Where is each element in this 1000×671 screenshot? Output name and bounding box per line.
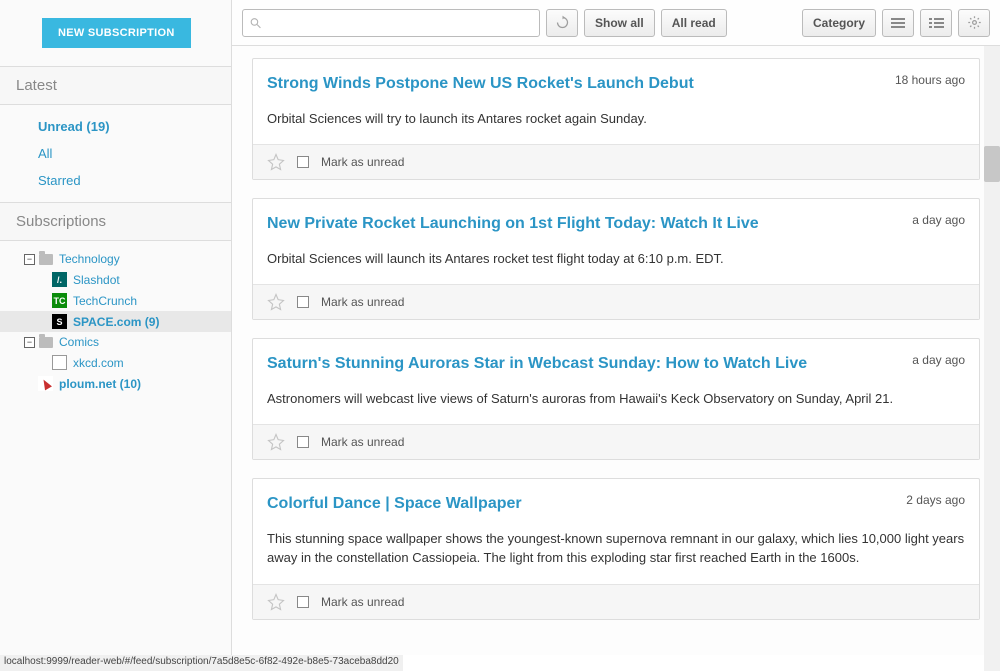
mark-unread-checkbox[interactable] xyxy=(297,596,309,608)
article: Saturn's Stunning Auroras Star in Webcas… xyxy=(252,338,980,460)
view-expanded-button[interactable] xyxy=(882,9,914,37)
star-icon[interactable] xyxy=(267,433,285,451)
new-subscription-button[interactable]: NEW SUBSCRIPTION xyxy=(42,18,191,48)
feed-label[interactable]: ploum.net (10) xyxy=(59,377,141,391)
xkcd-icon: xk xyxy=(52,355,67,370)
folder-icon xyxy=(39,337,53,348)
sidebar-all[interactable]: All xyxy=(0,140,231,167)
article-time: a day ago xyxy=(912,353,965,375)
techcrunch-icon: TC xyxy=(52,293,67,308)
sidebar-starred[interactable]: Starred xyxy=(0,167,231,194)
article-time: 2 days ago xyxy=(906,493,965,515)
star-icon[interactable] xyxy=(267,293,285,311)
gear-icon xyxy=(967,15,982,30)
tree-feed-ploum[interactable]: ploum.net (10) xyxy=(0,373,231,394)
feed-label[interactable]: xkcd.com xyxy=(73,356,124,370)
article-time: 18 hours ago xyxy=(895,73,965,95)
space-icon: S xyxy=(52,314,67,329)
article-body: Orbital Sciences will launch its Antares… xyxy=(253,235,979,285)
statusbar: localhost:9999/reader-web/#/feed/subscri… xyxy=(0,655,403,671)
view-list-button[interactable] xyxy=(920,9,952,37)
feed-label[interactable]: Slashdot xyxy=(73,273,120,287)
latest-header: Latest xyxy=(0,66,231,105)
show-all-button[interactable]: Show all xyxy=(584,9,655,37)
article: Colorful Dance | Space Wallpaper 2 days a… xyxy=(252,478,980,620)
mark-unread-label: Mark as unread xyxy=(321,435,404,449)
tree-feed-space[interactable]: S SPACE.com (9) xyxy=(0,311,231,332)
mark-unread-checkbox[interactable] xyxy=(297,436,309,448)
mark-unread-label: Mark as unread xyxy=(321,155,404,169)
list-icon xyxy=(929,18,944,28)
search-input[interactable] xyxy=(268,16,533,30)
article-title[interactable]: Colorful Dance | Space Wallpaper xyxy=(267,493,892,515)
article: Strong Winds Postpone New US Rocket's La… xyxy=(252,58,980,180)
search-icon xyxy=(249,16,262,30)
article-body: Astronomers will webcast live views of S… xyxy=(253,375,979,425)
star-icon[interactable] xyxy=(267,593,285,611)
article-title[interactable]: Strong Winds Postpone New US Rocket's La… xyxy=(267,73,881,95)
article-footer: Mark as unread xyxy=(253,284,979,319)
feed-label[interactable]: TechCrunch xyxy=(73,294,137,308)
folder-label[interactable]: Technology xyxy=(59,252,120,266)
article-footer: Mark as unread xyxy=(253,424,979,459)
collapse-icon[interactable]: − xyxy=(24,337,35,348)
scrollbar[interactable] xyxy=(984,46,1000,671)
article-body: This stunning space wallpaper shows the … xyxy=(253,515,979,584)
article-list[interactable]: Strong Winds Postpone New US Rocket's La… xyxy=(232,46,1000,655)
main: Show all All read Category Strong Winds … xyxy=(232,0,1000,671)
tree-folder-technology[interactable]: − Technology xyxy=(0,249,231,269)
article-time: a day ago xyxy=(912,213,965,235)
sidebar: NEW SUBSCRIPTION Latest Unread (19) All … xyxy=(0,0,232,671)
article-body: Orbital Sciences will try to launch its … xyxy=(253,95,979,145)
tree-feed-slashdot[interactable]: /. Slashdot xyxy=(0,269,231,290)
article: New Private Rocket Launching on 1st Flig… xyxy=(252,198,980,320)
feed-label[interactable]: SPACE.com (9) xyxy=(73,315,159,329)
slashdot-icon: /. xyxy=(52,272,67,287)
settings-button[interactable] xyxy=(958,9,990,37)
star-icon[interactable] xyxy=(267,153,285,171)
lines-icon xyxy=(891,16,905,30)
ploum-icon xyxy=(38,376,53,391)
sidebar-unread[interactable]: Unread (19) xyxy=(0,113,231,140)
collapse-icon[interactable]: − xyxy=(24,254,35,265)
toolbar: Show all All read Category xyxy=(232,0,1000,46)
article-footer: Mark as unread xyxy=(253,144,979,179)
category-button[interactable]: Category xyxy=(802,9,876,37)
folder-icon xyxy=(39,254,53,265)
refresh-button[interactable] xyxy=(546,9,578,37)
subscriptions-header: Subscriptions xyxy=(0,202,231,241)
all-read-button[interactable]: All read xyxy=(661,9,727,37)
scrollbar-thumb[interactable] xyxy=(984,146,1000,182)
mark-unread-checkbox[interactable] xyxy=(297,156,309,168)
article-title[interactable]: New Private Rocket Launching on 1st Flig… xyxy=(267,213,898,235)
article-title[interactable]: Saturn's Stunning Auroras Star in Webcas… xyxy=(267,353,898,375)
mark-unread-label: Mark as unread xyxy=(321,595,404,609)
article-footer: Mark as unread xyxy=(253,584,979,619)
folder-label[interactable]: Comics xyxy=(59,335,99,349)
tree-folder-comics[interactable]: − Comics xyxy=(0,332,231,352)
mark-unread-checkbox[interactable] xyxy=(297,296,309,308)
tree-feed-xkcd[interactable]: xk xkcd.com xyxy=(0,352,231,373)
refresh-icon xyxy=(555,15,570,30)
tree-feed-techcrunch[interactable]: TC TechCrunch xyxy=(0,290,231,311)
mark-unread-label: Mark as unread xyxy=(321,295,404,309)
subscriptions-tree: − Technology /. Slashdot TC TechCrunch S… xyxy=(0,241,231,402)
search-wrap xyxy=(242,9,540,37)
